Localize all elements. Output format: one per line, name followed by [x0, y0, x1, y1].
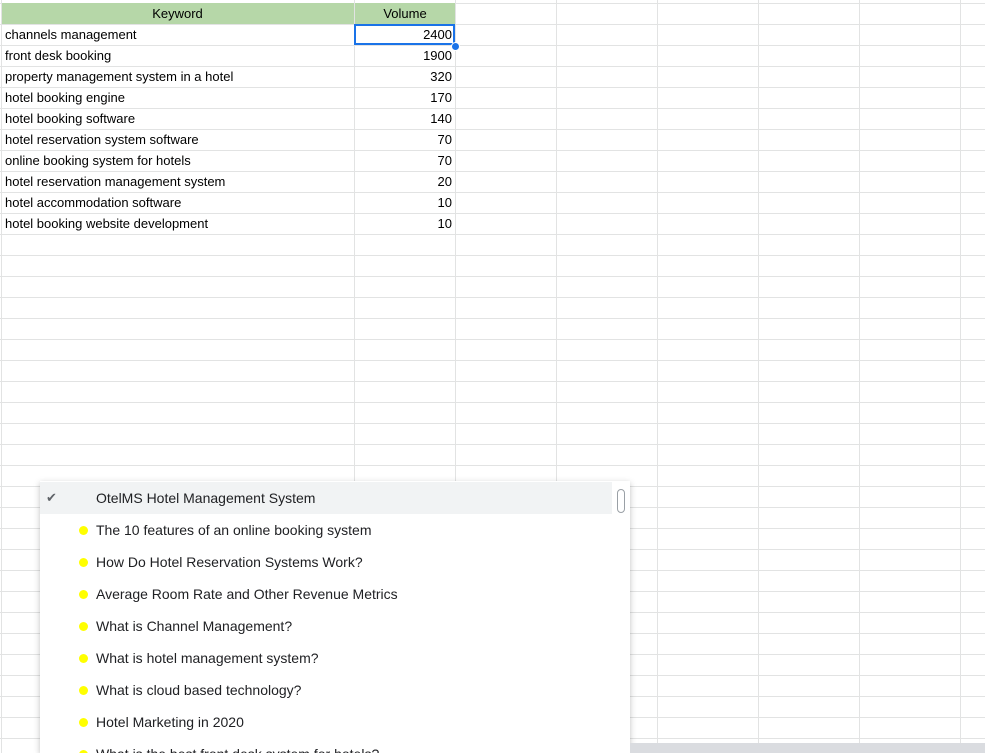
- dropdown-option-label: Hotel Marketing in 2020: [96, 714, 244, 730]
- grid-line: [0, 339, 985, 340]
- volume-cell[interactable]: 1900: [355, 46, 452, 66]
- keyword-cell[interactable]: channels management: [5, 25, 350, 45]
- dropdown-option[interactable]: ✔ OtelMS Hotel Management System: [40, 482, 612, 514]
- volume-cell[interactable]: 140: [355, 109, 452, 129]
- grid-line: [0, 423, 985, 424]
- dropdown-option[interactable]: The 10 features of an online booking sys…: [40, 514, 612, 546]
- yellow-dot-icon: [79, 558, 88, 567]
- keyword-cell[interactable]: hotel booking software: [5, 109, 350, 129]
- grid-line: [0, 402, 985, 403]
- grid-line: [0, 255, 985, 256]
- dropdown-option-label: The 10 features of an online booking sys…: [96, 522, 372, 538]
- keyword-cell[interactable]: hotel booking engine: [5, 88, 350, 108]
- volume-cell[interactable]: 70: [355, 130, 452, 150]
- dropdown-option[interactable]: Hotel Marketing in 2020: [40, 706, 612, 738]
- grid-line: [1, 0, 2, 753]
- horizontal-scrollbar[interactable]: [630, 743, 985, 753]
- volume-column-header[interactable]: Volume: [355, 3, 455, 24]
- keyword-cell[interactable]: hotel accommodation software: [5, 193, 350, 213]
- keyword-cell[interactable]: property management system in a hotel: [5, 67, 350, 87]
- keyword-cell[interactable]: hotel reservation management system: [5, 172, 350, 192]
- grid-line: [0, 465, 985, 466]
- dropdown-option[interactable]: Average Room Rate and Other Revenue Metr…: [40, 578, 612, 610]
- keyword-cell[interactable]: front desk booking: [5, 46, 350, 66]
- keyword-cell[interactable]: online booking system for hotels: [5, 151, 350, 171]
- dropdown-option-label: What is hotel management system?: [96, 650, 319, 666]
- active-cell-selection[interactable]: [354, 24, 455, 45]
- yellow-dot-icon: [79, 526, 88, 535]
- yellow-dot-icon: [79, 686, 88, 695]
- fill-handle[interactable]: [451, 42, 460, 51]
- keyword-cell[interactable]: hotel booking website development: [5, 214, 350, 234]
- volume-cell[interactable]: 20: [355, 172, 452, 192]
- yellow-dot-icon: [79, 590, 88, 599]
- dropdown-option[interactable]: What is cloud based technology?: [40, 674, 612, 706]
- dropdown-option-label: OtelMS Hotel Management System: [96, 490, 316, 506]
- dropdown-option[interactable]: What is hotel management system?: [40, 642, 612, 674]
- dropdown-option[interactable]: What is Channel Management?: [40, 610, 612, 642]
- grid-line: [0, 318, 985, 319]
- grid-line: [960, 0, 961, 753]
- volume-cell[interactable]: 10: [355, 193, 452, 213]
- dropdown-option[interactable]: How Do Hotel Reservation Systems Work?: [40, 546, 612, 578]
- keyword-cell[interactable]: hotel reservation system software: [5, 130, 350, 150]
- keyword-column-header[interactable]: Keyword: [1, 3, 354, 24]
- grid-line: [0, 381, 985, 382]
- yellow-dot-icon: [79, 622, 88, 631]
- grid-line: [0, 234, 985, 235]
- grid-line: [0, 276, 985, 277]
- dropdown-option-label: What is the best front desk system for h…: [96, 738, 379, 753]
- grid-line: [758, 0, 759, 753]
- grid-line: [859, 0, 860, 753]
- dropdown-option-label: What is cloud based technology?: [96, 682, 302, 698]
- dropdown-option-label: What is Channel Management?: [96, 618, 293, 634]
- dropdown-option-label: How Do Hotel Reservation Systems Work?: [96, 554, 363, 570]
- volume-cell[interactable]: 10: [355, 214, 452, 234]
- yellow-dot-icon: [79, 718, 88, 727]
- grid-line: [0, 297, 985, 298]
- dropdown-option[interactable]: What is the best front desk system for h…: [40, 738, 612, 753]
- volume-cell[interactable]: 320: [355, 67, 452, 87]
- dropdown-option-label: Average Room Rate and Other Revenue Metr…: [96, 586, 398, 602]
- dropdown-scrollbar[interactable]: [617, 489, 625, 513]
- check-icon: ✔: [46, 490, 57, 505]
- dropdown-menu[interactable]: ✔ OtelMS Hotel Management System The 10 fe…: [40, 481, 630, 753]
- yellow-dot-icon: [79, 654, 88, 663]
- volume-cell[interactable]: 70: [355, 151, 452, 171]
- grid-line: [657, 0, 658, 753]
- volume-cell[interactable]: 170: [355, 88, 452, 108]
- grid-line: [0, 360, 985, 361]
- grid-line: [0, 444, 985, 445]
